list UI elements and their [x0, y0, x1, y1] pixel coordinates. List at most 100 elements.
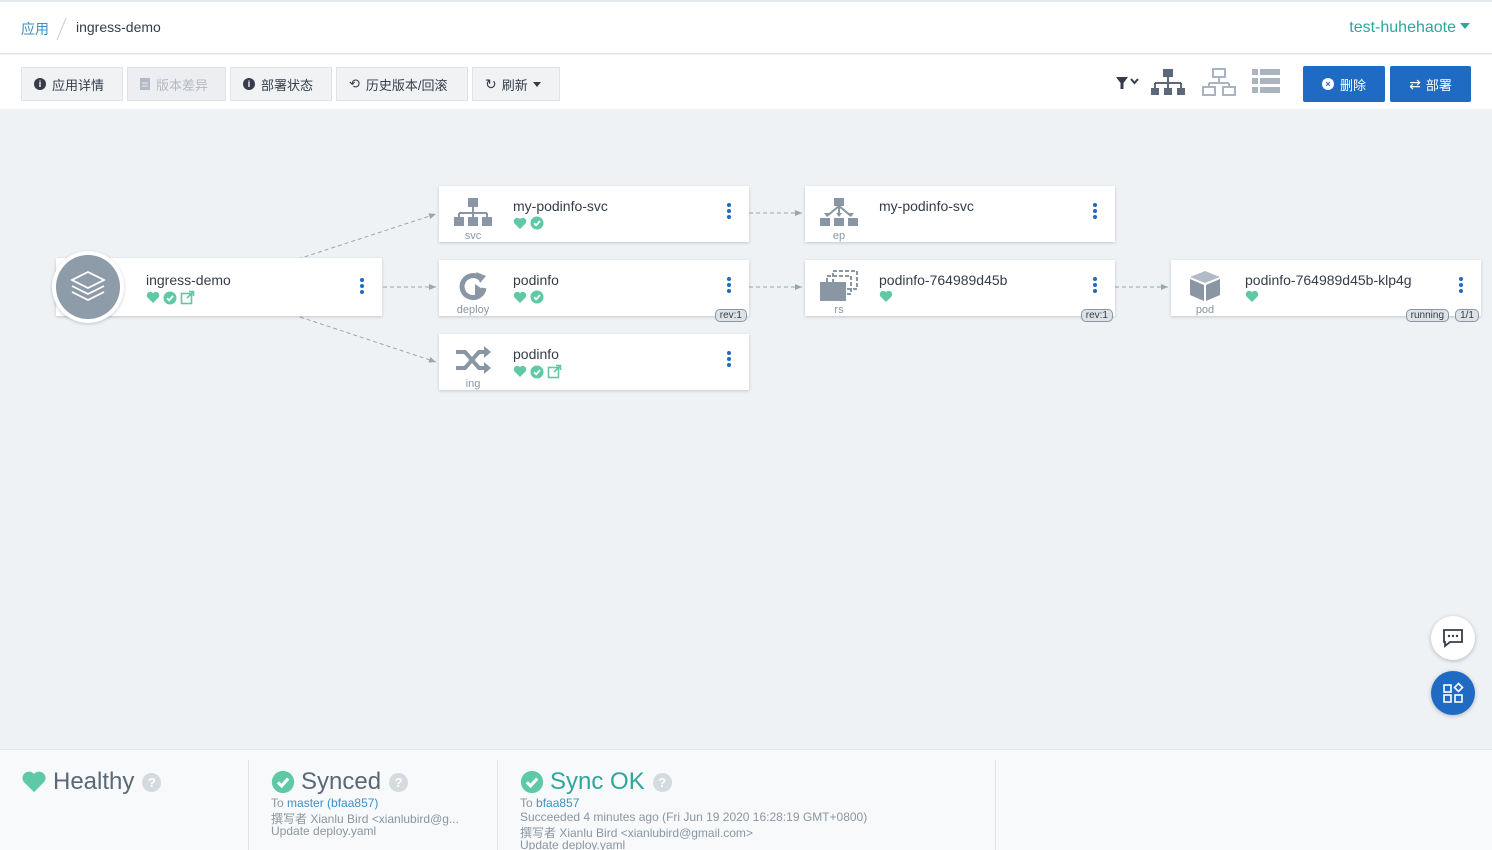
ingress-shuffle-icon	[456, 346, 491, 374]
deploy-node[interactable]: deploy podinfo rev:1	[439, 260, 749, 322]
pod-node[interactable]: pod podinfo-764989d45b-klp4g running 1/1	[1171, 260, 1481, 322]
network-view-icon[interactable]	[1201, 68, 1237, 98]
sync-status-label: 部署状态	[261, 77, 314, 93]
operation-to-label: To	[520, 796, 533, 810]
app-node-menu[interactable]	[360, 278, 364, 296]
pod-node-status	[1245, 290, 1259, 303]
edge-app-svc	[297, 213, 437, 260]
svc-node[interactable]: svc my-podinfo-svc	[439, 186, 749, 242]
delete-button[interactable]: × 删除	[1303, 66, 1385, 102]
filter-icon[interactable]	[1115, 68, 1143, 96]
operation-revision-link[interactable]: bfaa857	[536, 796, 579, 810]
service-icon	[454, 198, 492, 226]
rs-node-status	[879, 290, 893, 303]
tree-view-icon[interactable]	[1150, 68, 1186, 98]
chevron-down-icon	[1460, 23, 1470, 29]
ep-node-menu[interactable]	[1093, 203, 1097, 219]
breadcrumb-separator	[56, 17, 67, 41]
app-diff-button[interactable]: 版本差异	[127, 67, 226, 101]
history-label: 历史版本/回滚	[365, 77, 448, 93]
health-status[interactable]: Healthy ?	[21, 768, 162, 796]
app-diff-label: 版本差异	[156, 77, 209, 93]
ing-node-status	[513, 364, 562, 379]
divider	[995, 760, 996, 850]
deploy-node-kind: deploy	[456, 304, 490, 316]
refresh-icon: ↻	[485, 75, 497, 92]
layers-icon	[69, 270, 107, 302]
svc-node-menu[interactable]	[727, 203, 731, 219]
sync-status-title: Synced	[301, 768, 382, 795]
ep-node-name: my-podinfo-svc	[879, 198, 974, 214]
help-icon[interactable]: ?	[142, 772, 162, 792]
heart-icon	[513, 217, 527, 229]
health-status-title: Healthy	[53, 768, 135, 795]
endpoint-icon	[820, 198, 858, 226]
pod-cube-icon	[1190, 271, 1220, 301]
list-view-icon[interactable]	[1251, 68, 1281, 96]
breadcrumb-root[interactable]: 应用	[21, 19, 49, 39]
sync-revision-line: To master (bfaa857)	[271, 796, 378, 810]
app-icon	[52, 251, 124, 323]
operation-status[interactable]: Sync OK ?	[520, 768, 672, 796]
chevron-down-icon	[532, 81, 541, 87]
operation-succeeded-time: Succeeded 4 minutes ago (Fri Jun 19 2020…	[520, 810, 868, 824]
pod-node-menu[interactable]	[1459, 277, 1463, 293]
info-icon: i	[243, 78, 255, 90]
pod-ready-badge: 1/1	[1455, 309, 1479, 322]
check-circle-icon	[530, 290, 544, 304]
rs-node-name: podinfo-764989d45b	[879, 272, 1008, 288]
heart-icon	[1245, 290, 1259, 302]
info-icon: i	[34, 78, 46, 90]
deploy-node-menu[interactable]	[727, 277, 731, 293]
app-details-button[interactable]: i 应用详情	[21, 67, 123, 101]
rs-node-menu[interactable]	[1093, 277, 1097, 293]
rs-node[interactable]: rs podinfo-764989d45b rev:1	[805, 260, 1115, 322]
breadcrumb-current: ingress-demo	[76, 19, 161, 35]
apps-button[interactable]	[1431, 671, 1475, 715]
ep-node[interactable]: ep my-podinfo-svc	[805, 186, 1115, 242]
pod-node-name: podinfo-764989d45b-klp4g	[1245, 272, 1412, 288]
refresh-button[interactable]: ↻ 刷新	[472, 67, 560, 101]
external-link-icon[interactable]	[180, 290, 195, 305]
history-rollback-button[interactable]: ⟲ 历史版本/回滚	[336, 67, 468, 101]
project-selector[interactable]: test-huhehaote	[1349, 19, 1470, 37]
help-icon[interactable]: ?	[652, 772, 672, 792]
sync-label: 部署	[1425, 77, 1452, 93]
check-circle-icon	[520, 770, 544, 794]
pod-node-kind: pod	[1195, 304, 1215, 316]
heart-icon	[513, 291, 527, 303]
sync-message: Update deploy.yaml	[271, 824, 377, 838]
edge-app-ing	[299, 316, 437, 363]
divider	[497, 760, 498, 850]
file-icon	[140, 78, 150, 90]
svc-node-status	[513, 216, 544, 230]
external-link-icon[interactable]	[547, 364, 562, 379]
deployment-icon	[459, 272, 487, 301]
revision-badge: rev:1	[1080, 309, 1113, 322]
app-node-name: ingress-demo	[146, 272, 231, 288]
svc-node-name: my-podinfo-svc	[513, 198, 608, 214]
operation-message: Update deploy.yaml	[520, 838, 626, 850]
history-icon: ⟲	[349, 76, 360, 91]
divider	[248, 760, 249, 850]
sync-button[interactable]: ⇄ 部署	[1390, 66, 1471, 102]
sync-status-button[interactable]: i 部署状态	[230, 67, 332, 101]
help-icon[interactable]: ?	[389, 772, 409, 792]
status-panel: Healthy ? Synced ? To master (bfaa857) 撰…	[0, 749, 1492, 850]
chat-icon	[1443, 629, 1463, 648]
operation-status-title: Sync OK	[550, 768, 645, 795]
svc-node-kind: svc	[464, 230, 482, 242]
sync-revision-link[interactable]: master (bfaa857)	[287, 796, 378, 810]
heart-icon	[22, 771, 46, 793]
rs-node-kind: rs	[834, 304, 844, 316]
heart-icon	[513, 365, 527, 377]
top-bar: 应用 ingress-demo test-huhehaote	[0, 0, 1492, 54]
ing-node[interactable]: ing podinfo	[439, 334, 749, 390]
chat-button[interactable]	[1431, 616, 1475, 660]
check-circle-icon	[271, 770, 295, 794]
ing-node-menu[interactable]	[727, 351, 731, 367]
ing-node-kind: ing	[465, 378, 481, 390]
sync-status[interactable]: Synced ?	[271, 768, 409, 796]
ing-node-name: podinfo	[513, 346, 559, 362]
app-details-label: 应用详情	[52, 77, 105, 93]
